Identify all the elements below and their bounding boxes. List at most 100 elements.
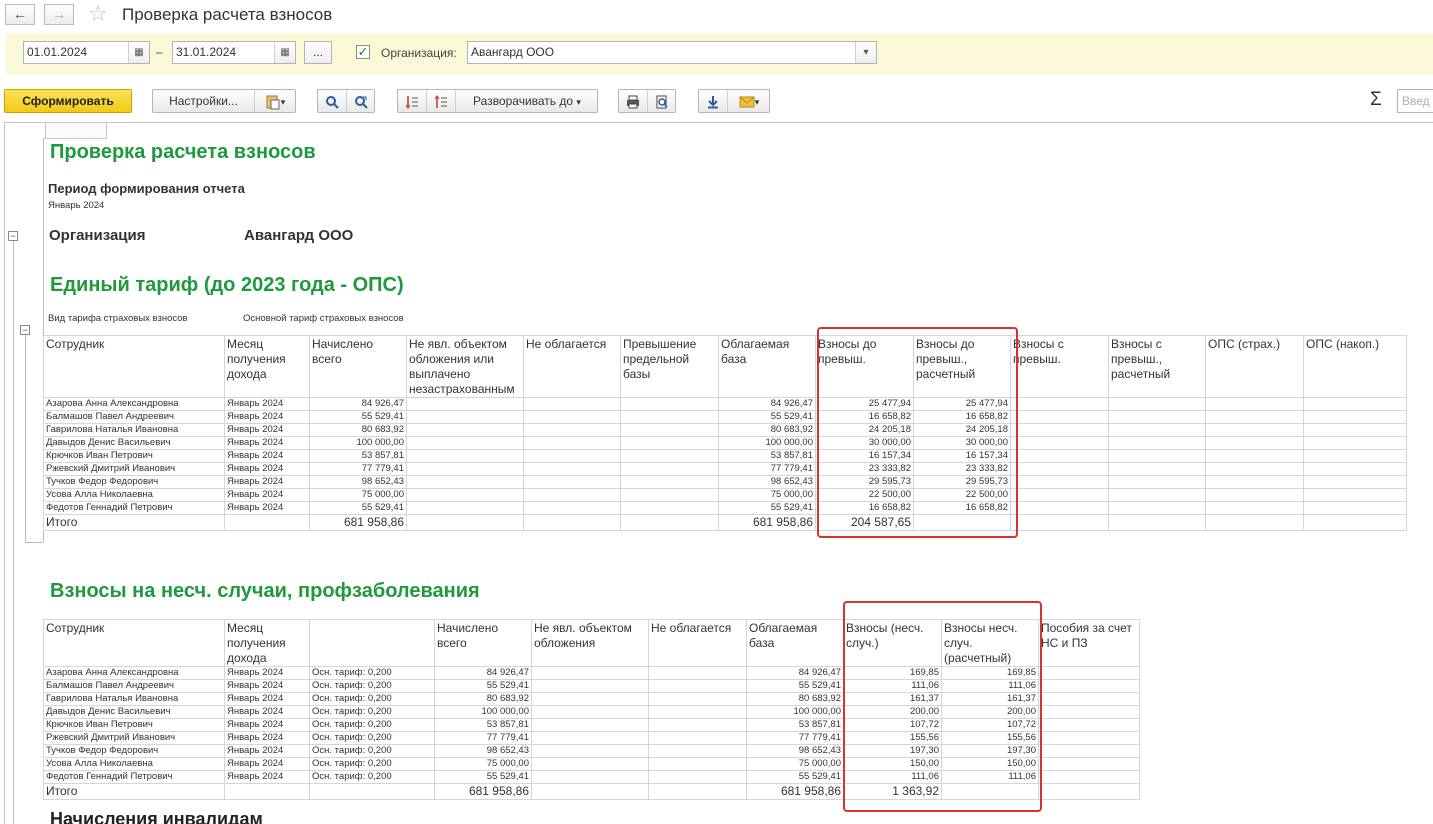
taxable-base-cell[interactable]: 55 529,41 (718, 501, 816, 515)
table-cell[interactable] (1303, 397, 1407, 411)
table-cell[interactable] (1010, 462, 1109, 476)
table-cell[interactable] (648, 731, 747, 745)
table-cell[interactable] (531, 705, 649, 719)
employee-name-cell[interactable]: Федотов Геннадий Петрович (43, 501, 225, 515)
accrued-cell[interactable]: 80 683,92 (309, 423, 407, 437)
month-cell[interactable]: Январь 2024 (224, 462, 310, 476)
table-cell[interactable] (406, 410, 524, 424)
table-cell[interactable] (620, 397, 719, 411)
month-cell[interactable]: Январь 2024 (224, 501, 310, 515)
table-cell[interactable] (224, 514, 310, 531)
table-cell[interactable] (1038, 679, 1140, 693)
month-cell[interactable]: Январь 2024 (224, 679, 310, 693)
table-cell[interactable] (406, 488, 524, 502)
table-cell[interactable] (1303, 436, 1407, 450)
table-cell[interactable] (1205, 475, 1304, 489)
month-cell[interactable]: Январь 2024 (224, 744, 310, 758)
accrued-cell[interactable]: 84 926,47 (309, 397, 407, 411)
table-cell[interactable] (1010, 410, 1109, 424)
table-cell[interactable] (1303, 423, 1407, 437)
taxable-base-cell[interactable]: 53 857,81 (718, 449, 816, 463)
column-header[interactable]: Месяц получения дохода (224, 335, 310, 398)
table-cell[interactable] (1108, 436, 1206, 450)
month-cell[interactable]: Январь 2024 (224, 666, 310, 680)
employee-name-cell[interactable]: Тучков Федор Федорович (43, 475, 225, 489)
column-header[interactable]: Взносы с превыш. (1010, 335, 1109, 398)
accrued-cell[interactable]: 53 857,81 (309, 449, 407, 463)
table-cell[interactable] (1303, 501, 1407, 515)
table-cell[interactable] (224, 783, 310, 800)
back-button[interactable]: ← (5, 4, 35, 25)
table-cell[interactable] (1010, 449, 1109, 463)
table-cell[interactable] (648, 770, 747, 784)
table-cell[interactable] (309, 783, 435, 800)
table-cell[interactable] (1303, 488, 1407, 502)
employee-name-cell[interactable]: Азарова Анна Александровна (43, 397, 225, 411)
taxable-base-cell[interactable]: 100 000,00 (718, 436, 816, 450)
collapse-group-toggle[interactable]: − (8, 231, 18, 241)
column-header[interactable]: Превышение предельной базы (620, 335, 719, 398)
column-header[interactable]: Сотрудник (43, 335, 225, 398)
column-header[interactable]: Месяц получения дохода (224, 619, 310, 667)
month-cell[interactable]: Январь 2024 (224, 436, 310, 450)
table-cell[interactable] (648, 692, 747, 706)
total-accrued[interactable]: 681 958,86 (434, 783, 532, 800)
column-header[interactable]: Облагаемая база (718, 335, 816, 398)
table-cell[interactable] (620, 475, 719, 489)
table-cell[interactable] (523, 501, 621, 515)
table-cell[interactable] (1038, 692, 1140, 706)
accrued-cell[interactable]: 84 926,47 (434, 666, 532, 680)
table-cell[interactable] (1205, 410, 1304, 424)
month-cell[interactable]: Январь 2024 (224, 692, 310, 706)
month-cell[interactable]: Январь 2024 (224, 757, 310, 771)
column-header[interactable]: Не облагается (648, 619, 747, 667)
table-cell[interactable] (531, 783, 649, 800)
table-cell[interactable] (531, 666, 649, 680)
forward-button[interactable]: → (44, 4, 74, 25)
table-cell[interactable] (406, 397, 524, 411)
date-from-field[interactable]: 01.01.2024 ▦ (23, 41, 150, 64)
table-cell[interactable] (1038, 744, 1140, 758)
employee-name-cell[interactable]: Крючков Иван Петрович (43, 449, 225, 463)
table-cell[interactable] (620, 488, 719, 502)
tariff-cell[interactable]: Осн. тариф: 0,200 (309, 770, 435, 784)
table-cell[interactable] (1038, 666, 1140, 680)
taxable-base-cell[interactable]: 55 529,41 (746, 679, 844, 693)
column-header[interactable]: Пособия за счет НС и ПЗ (1038, 619, 1140, 667)
find-next-button[interactable] (347, 90, 375, 112)
taxable-base-cell[interactable]: 75 000,00 (718, 488, 816, 502)
employee-name-cell[interactable]: Давыдов Денис Васильевич (43, 436, 225, 450)
column-header[interactable]: Начислено всего (309, 335, 407, 398)
month-cell[interactable]: Январь 2024 (224, 410, 310, 424)
taxable-base-cell[interactable]: 100 000,00 (746, 705, 844, 719)
table-cell[interactable] (1010, 397, 1109, 411)
table-cell[interactable] (1108, 423, 1206, 437)
organization-checkbox[interactable]: ✓ (356, 45, 370, 59)
table-cell[interactable] (406, 449, 524, 463)
table-cell[interactable] (1303, 475, 1407, 489)
table-cell[interactable] (620, 514, 719, 531)
total-accrued[interactable]: 681 958,86 (309, 514, 407, 531)
employee-name-cell[interactable]: Ржевский Дмитрий Иванович (43, 731, 225, 745)
collapse-all-button[interactable] (398, 90, 427, 112)
tariff-cell[interactable]: Осн. тариф: 0,200 (309, 705, 435, 719)
table-cell[interactable] (620, 436, 719, 450)
save-button[interactable] (699, 90, 728, 112)
table-cell[interactable] (1108, 514, 1206, 531)
month-cell[interactable]: Январь 2024 (224, 475, 310, 489)
employee-name-cell[interactable]: Гаврилова Наталья Ивановна (43, 423, 225, 437)
column-header[interactable]: Начислено всего (434, 619, 532, 667)
expand-all-button[interactable] (427, 90, 456, 112)
employee-name-cell[interactable]: Балмашов Павел Андреевич (43, 679, 225, 693)
accrued-cell[interactable]: 100 000,00 (434, 705, 532, 719)
expand-to-button[interactable]: Разворачивать до ▾ (456, 90, 598, 112)
month-cell[interactable]: Январь 2024 (224, 488, 310, 502)
employee-name-cell[interactable]: Крючков Иван Петрович (43, 718, 225, 732)
employee-name-cell[interactable]: Тучков Федор Федорович (43, 744, 225, 758)
quick-input-field[interactable]: Введ (1397, 89, 1433, 113)
settings-button[interactable]: Настройки... (153, 90, 255, 112)
table-cell[interactable] (523, 475, 621, 489)
taxable-base-cell[interactable]: 55 529,41 (746, 770, 844, 784)
tariff-cell[interactable]: Осн. тариф: 0,200 (309, 757, 435, 771)
table-cell[interactable] (1303, 410, 1407, 424)
